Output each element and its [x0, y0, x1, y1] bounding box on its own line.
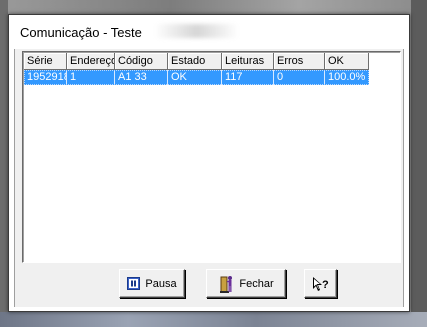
close-button-label: Fechar: [239, 277, 274, 290]
column-header-ok[interactable]: OK: [325, 53, 369, 70]
dialog-client-area: Série Endereço Código Estado Leituras Er…: [14, 49, 404, 307]
column-header-endereco[interactable]: Endereço: [67, 53, 115, 70]
table-row[interactable]: 1952918 1 A1 33 OK 117 0 100.0%: [24, 70, 369, 85]
redacted-title-area: [154, 24, 239, 38]
context-help-icon: ?: [312, 276, 330, 292]
communication-test-dialog: Comunicação - Teste Série Endereço Códig…: [8, 14, 410, 312]
close-button[interactable]: Fechar: [206, 269, 286, 298]
context-help-button[interactable]: ?: [304, 269, 337, 298]
cell-codigo: A1 33: [115, 70, 168, 85]
column-header-erros[interactable]: Erros: [274, 53, 325, 70]
column-header-codigo[interactable]: Código: [115, 53, 168, 70]
cell-serie: 1952918: [24, 70, 67, 85]
title-bar[interactable]: Comunicação - Teste: [9, 15, 409, 49]
pause-icon: [127, 277, 141, 290]
cell-estado: OK: [168, 70, 222, 85]
pause-button[interactable]: Pausa: [119, 269, 185, 298]
cell-ok: 100.0%: [328, 71, 366, 83]
cell-endereco: 1: [67, 70, 115, 85]
list-header: Série Endereço Código Estado Leituras Er…: [24, 53, 369, 70]
desktop-background-right: [411, 0, 427, 327]
pause-button-label: Pausa: [145, 277, 177, 290]
svg-text:?: ?: [322, 279, 329, 291]
readings-list[interactable]: Série Endereço Código Estado Leituras Er…: [22, 51, 401, 263]
desktop-background-left: [0, 0, 8, 327]
column-header-estado[interactable]: Estado: [168, 53, 222, 70]
taskbar-background: [0, 312, 427, 327]
door-exit-icon: [218, 274, 234, 294]
desktop-background-top: [0, 0, 427, 14]
window-title: Comunicação - Teste: [20, 25, 142, 40]
column-header-serie[interactable]: Série: [24, 53, 67, 70]
column-header-leituras[interactable]: Leituras: [222, 53, 274, 70]
cell-erros: 0: [274, 70, 325, 85]
cell-leituras: 117: [222, 70, 274, 85]
